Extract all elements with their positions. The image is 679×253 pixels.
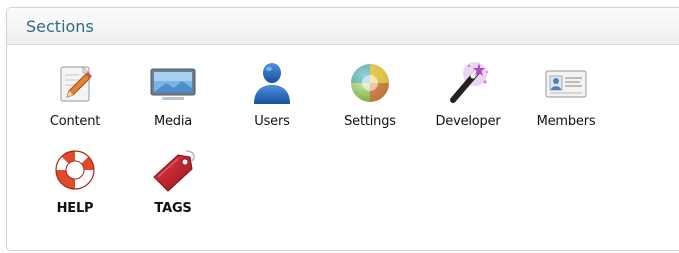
section-members-label: Members [536,114,596,129]
magic-wand-icon [442,58,494,108]
section-media-label: Media [153,114,193,129]
section-settings[interactable]: Settings [330,58,410,133]
section-tags-label: TAGS [154,201,192,216]
user-icon [246,58,298,108]
section-members[interactable]: Members [526,58,606,133]
section-users-label: Users [254,114,290,129]
lifebuoy-icon [49,145,101,195]
section-users[interactable]: Users [232,58,312,133]
section-media[interactable]: Media [133,58,213,133]
monitor-icon [147,58,199,108]
color-ball-icon [344,58,396,108]
section-tags[interactable]: TAGS [133,145,213,220]
section-help-label: HELP [56,201,94,216]
section-content[interactable]: Content [35,58,115,133]
section-developer-label: Developer [435,114,501,129]
pencil-document-icon [49,58,101,108]
section-help[interactable]: HELP [35,145,115,220]
section-content-label: Content [49,114,101,129]
tag-icon [147,145,199,195]
section-settings-label: Settings [344,114,396,129]
panel-title: Sections [26,16,94,36]
section-developer[interactable]: Developer [428,58,508,133]
panel-header: Sections [7,8,679,45]
id-card-icon [540,58,592,108]
